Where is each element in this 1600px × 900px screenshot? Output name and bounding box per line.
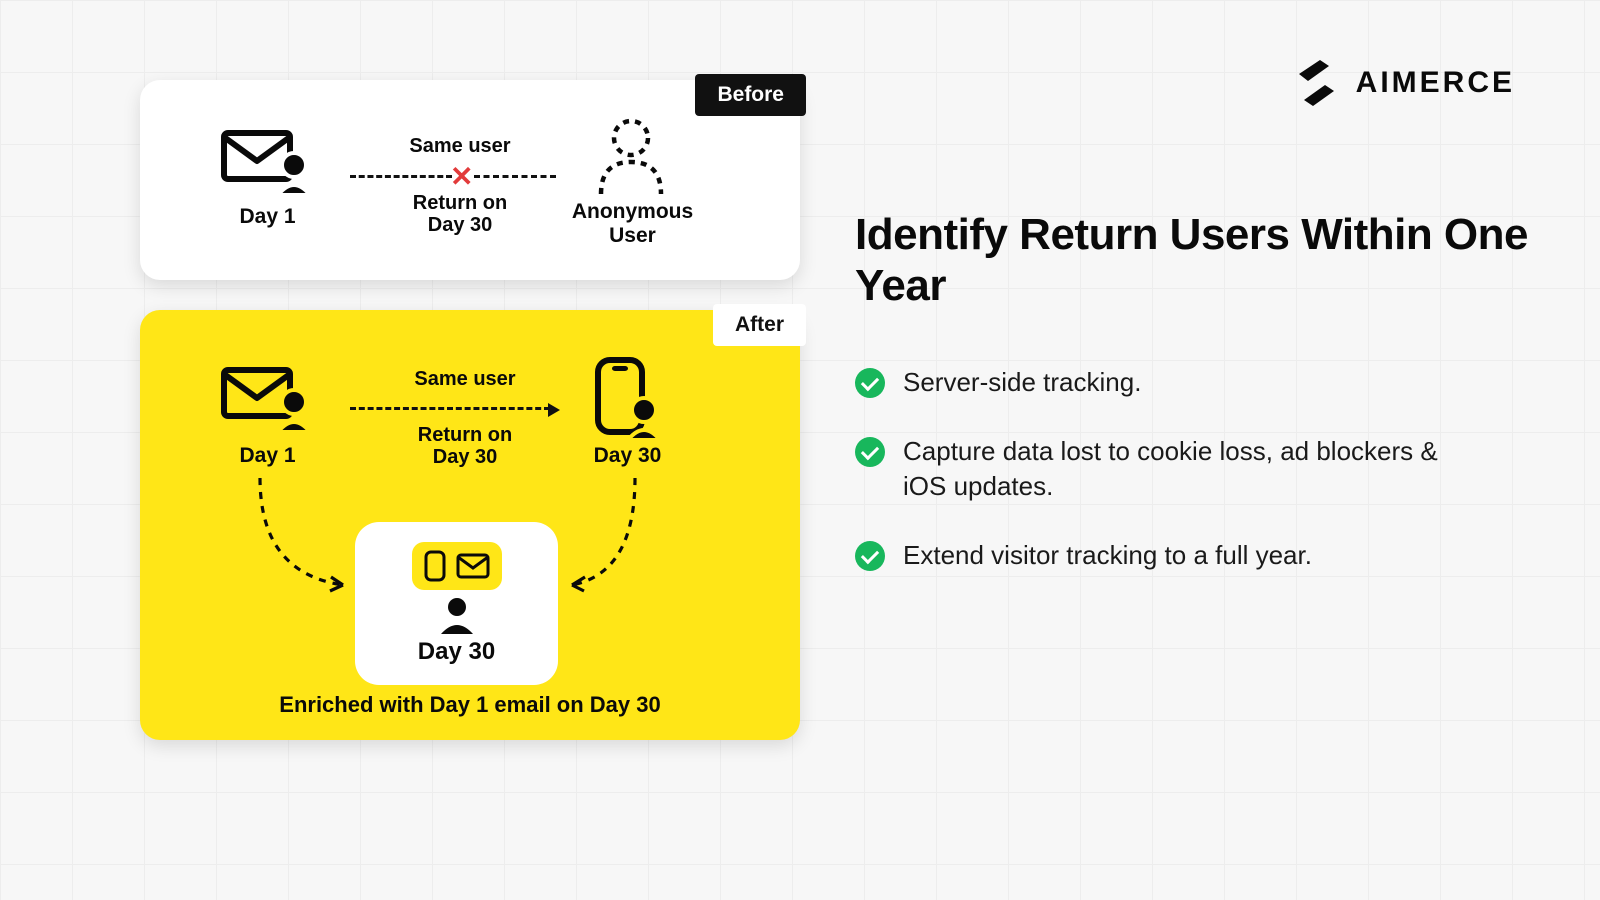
phone-user-icon (588, 356, 668, 442)
before-anon-label: Anonymous User (560, 200, 705, 247)
x-icon: ✕ (450, 160, 473, 193)
after-sameuser-label: Same user (375, 368, 555, 391)
envelope-icon (456, 553, 490, 579)
feature-item: Server-side tracking. (855, 365, 1455, 400)
check-icon (855, 368, 885, 398)
inset-label: Day 30 (418, 638, 495, 666)
after-return-label: Return on Day 30 (390, 424, 540, 469)
before-panel: Before Day 1 Same user ✕ Return on Day 3… (140, 80, 800, 280)
user-icon (439, 596, 475, 634)
after-day30-label: Day 30 (580, 444, 675, 468)
enriched-caption: Enriched with Day 1 email on Day 30 (140, 692, 800, 718)
logo-icon (1296, 60, 1336, 106)
after-panel: After Day 1 Same user Return on Day 30 D… (140, 310, 800, 740)
curved-arrow-left-icon (215, 478, 365, 608)
feature-list: Server-side tracking. Capture data lost … (855, 365, 1455, 607)
feature-item: Capture data lost to cookie loss, ad blo… (855, 434, 1455, 504)
before-tag: Before (695, 74, 806, 116)
feature-item: Extend visitor tracking to a full year. (855, 538, 1455, 573)
dashed-arrow-icon (350, 407, 550, 410)
enriched-inset: Day 30 (355, 522, 558, 685)
email-user-icon (220, 362, 315, 432)
check-icon (855, 541, 885, 571)
brand-name: AIMERCE (1356, 66, 1515, 100)
anonymous-user-icon (595, 116, 667, 196)
before-return-label: Return on Day 30 (385, 192, 535, 237)
phone-icon (424, 550, 446, 582)
after-tag: After (713, 304, 806, 346)
dashed-line-right (474, 175, 556, 178)
email-user-icon (220, 125, 315, 195)
dashed-line-left (350, 175, 452, 178)
check-icon (855, 437, 885, 467)
after-day1-label: Day 1 (220, 444, 315, 468)
device-email-badge (412, 542, 502, 590)
page-heading: Identify Return Users Within One Year (855, 210, 1600, 311)
curved-arrow-right-icon (560, 478, 700, 608)
brand-logo: AIMERCE (1296, 60, 1515, 106)
before-day1-label: Day 1 (220, 205, 315, 229)
before-sameuser-label: Same user (370, 135, 550, 158)
